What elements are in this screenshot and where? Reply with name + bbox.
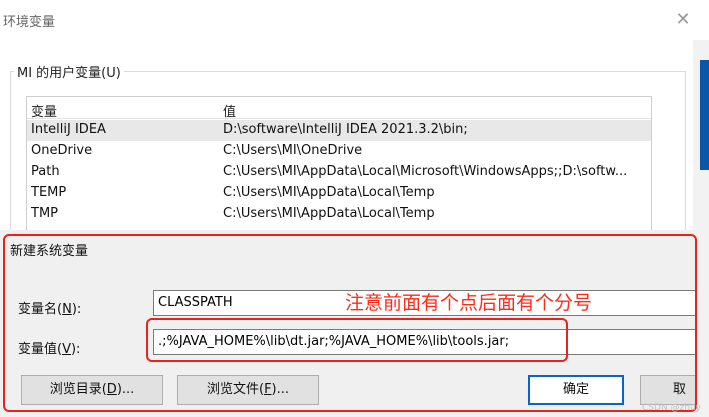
title-bar: 环境变量 ✕ [0, 0, 709, 40]
variable-name-cell: Path [31, 164, 60, 179]
new-system-variable-dialog: 新建系统变量 变量名(N): CLASSPATH 注意前面有个点后面有个分号 变… [0, 230, 697, 417]
variable-value-cell: D:\software\IntelliJ IDEA 2021.3.2\bin; [223, 122, 468, 137]
watermark: CSDN @zhuy [642, 403, 701, 413]
environment-variables-dialog: 环境变量 ✕ MI 的用户变量(U) 变量 值 IntelliJ IDEA D:\… [0, 0, 709, 417]
user-variables-list[interactable]: 变量 值 IntelliJ IDEA D:\software\IntelliJ I… [26, 96, 652, 236]
variable-value-cell: C:\Users\MI\AppData\Local\Temp [223, 206, 435, 221]
new-dialog-highlight-frame [3, 234, 697, 412]
list-item[interactable]: TMP C:\Users\MI\AppData\Local\Temp [27, 204, 651, 225]
variable-value-cell: C:\Users\MI\OneDrive [223, 143, 363, 158]
variable-name-cell: TEMP [31, 185, 67, 200]
list-item[interactable]: OneDrive C:\Users\MI\OneDrive [27, 141, 651, 162]
column-header-variable[interactable]: 变量 [31, 101, 57, 120]
list-item[interactable]: IntelliJ IDEA D:\software\IntelliJ IDEA 2… [27, 120, 651, 141]
variable-name-cell: IntelliJ IDEA [31, 122, 106, 137]
background-window-edge [700, 60, 709, 170]
close-icon[interactable]: ✕ [671, 8, 695, 32]
list-item[interactable]: Path C:\Users\MI\AppData\Local\Microsoft\… [27, 162, 651, 183]
list-item[interactable]: TEMP C:\Users\MI\AppData\Local\Temp [27, 183, 651, 204]
window-title: 环境变量 [3, 15, 56, 30]
user-variables-group-label: MI 的用户变量(U) [14, 62, 124, 81]
variable-name-cell: TMP [31, 206, 58, 221]
variable-name-cell: OneDrive [31, 143, 93, 158]
column-header-value[interactable]: 值 [223, 101, 236, 120]
variable-value-cell: C:\Users\MI\AppData\Local\Microsoft\Wind… [223, 164, 628, 179]
variable-value-cell: C:\Users\MI\AppData\Local\Temp [223, 185, 435, 200]
list-header: 变量 值 [27, 97, 651, 120]
